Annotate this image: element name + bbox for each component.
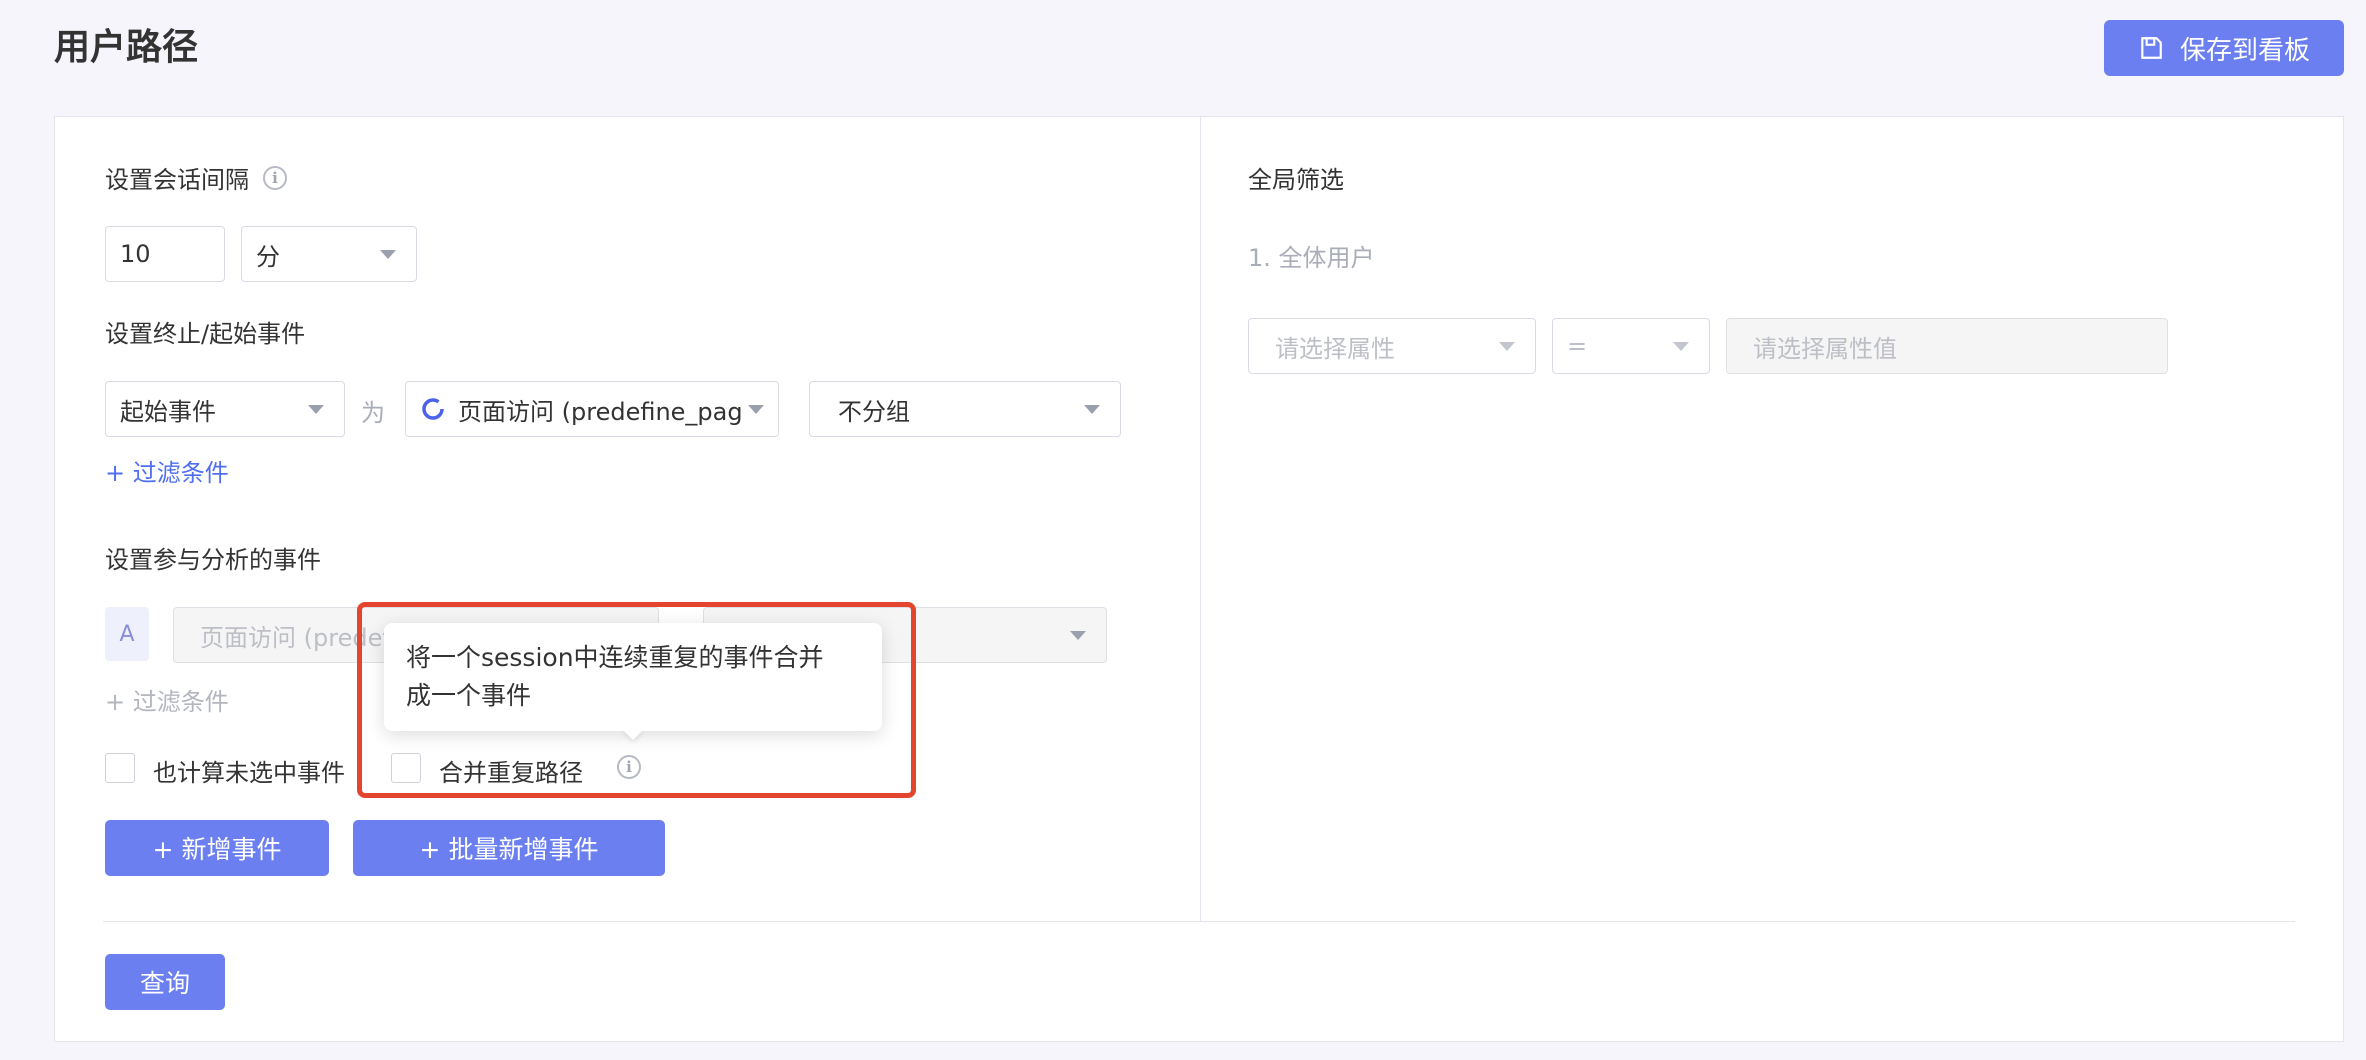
- horizontal-divider: [103, 921, 2295, 922]
- count-unselected-checkbox[interactable]: [105, 753, 135, 783]
- boundary-event-select[interactable]: 页面访问 (predefine_pag: [405, 381, 779, 437]
- filter-group-label: 1. 全体用户: [1248, 244, 1375, 272]
- count-unselected-label: 也计算未选中事件: [153, 759, 345, 787]
- analysis-events-label: 设置参与分析的事件: [105, 546, 321, 574]
- attribute-value-input[interactable]: 请选择属性值: [1726, 318, 2168, 374]
- caret-down-icon: [1673, 341, 1689, 351]
- operator-select[interactable]: =: [1552, 318, 1710, 374]
- info-icon[interactable]: i: [263, 165, 287, 190]
- save-button-label: 保存到看板: [2179, 35, 2310, 66]
- attribute-select[interactable]: 请选择属性: [1248, 318, 1536, 374]
- add-event-button[interactable]: + 新增事件: [105, 820, 329, 876]
- caret-down-icon: [1499, 341, 1515, 351]
- caret-down-icon: [380, 249, 396, 259]
- batch-add-event-button[interactable]: + 批量新增事件: [353, 820, 665, 876]
- caret-down-icon: [748, 404, 764, 414]
- event-letter-badge: A: [105, 607, 149, 661]
- session-unit-select[interactable]: 分: [241, 226, 417, 282]
- caret-down-icon: [308, 404, 324, 414]
- boundary-filter-link[interactable]: + 过滤条件: [105, 453, 229, 488]
- highlight-box: [357, 602, 916, 798]
- save-to-dashboard-button[interactable]: 保存到看板: [2104, 20, 2344, 76]
- analysis-filter-link[interactable]: + 过滤条件: [105, 682, 229, 717]
- connector-text: 为: [361, 399, 385, 427]
- vertical-divider: [1200, 117, 1201, 921]
- boundary-type-select[interactable]: 起始事件: [105, 381, 345, 437]
- session-interval-label: 设置会话间隔: [105, 166, 249, 194]
- boundary-event-label: 设置终止/起始事件: [105, 320, 306, 348]
- save-icon: [2141, 37, 2162, 59]
- page-title: 用户路径: [54, 27, 199, 68]
- query-button[interactable]: 查询: [105, 954, 225, 1010]
- config-card: 设置会话间隔 i 10 分 设置终止/起始事件 起始事件 为 页面访问 (pre…: [54, 116, 2344, 1042]
- event-loading-icon: [422, 398, 444, 420]
- group-by-select[interactable]: 不分组: [809, 381, 1121, 437]
- caret-down-icon: [1084, 404, 1100, 414]
- session-interval-input[interactable]: 10: [105, 226, 225, 282]
- global-filter-label: 全局筛选: [1248, 166, 1344, 194]
- caret-down-icon: [1070, 630, 1086, 640]
